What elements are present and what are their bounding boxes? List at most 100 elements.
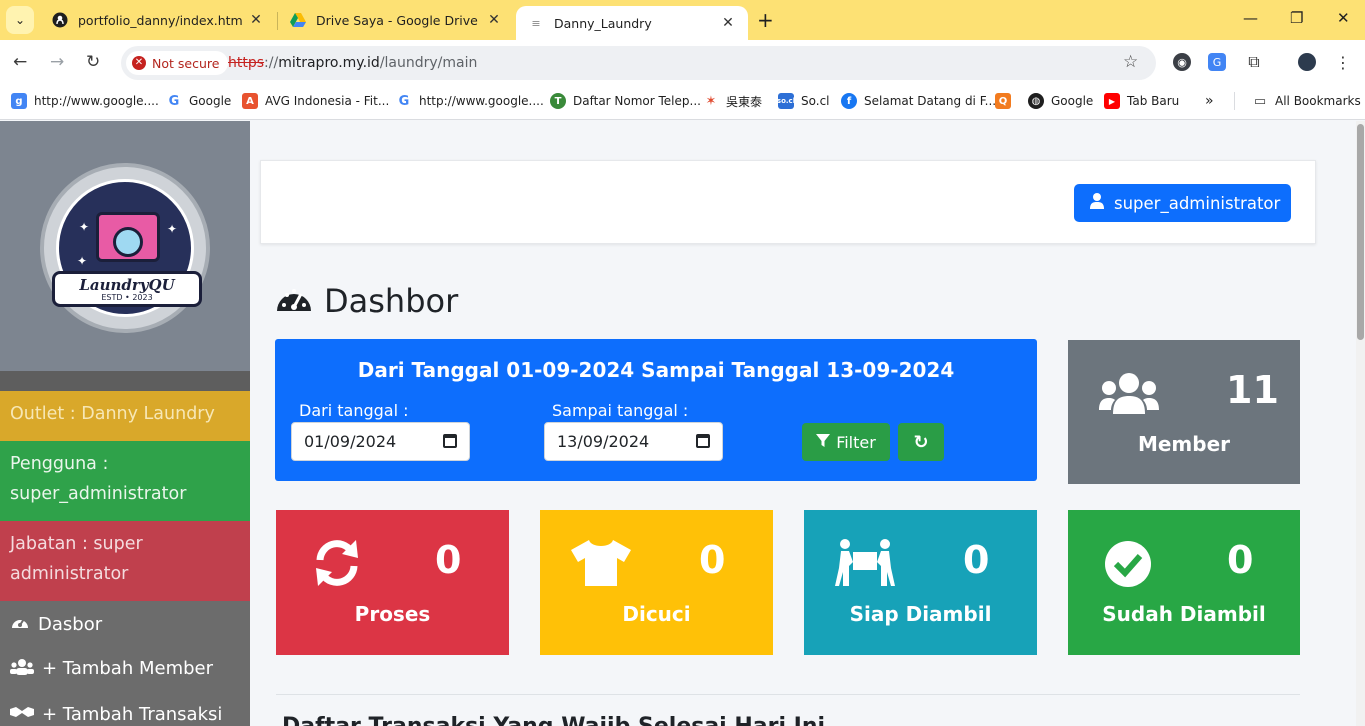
url-scheme: https: [228, 55, 265, 71]
reset-filter-button[interactable]: ↻: [898, 423, 944, 461]
url-text[interactable]: https://mitrapro.my.id/laundry/main: [228, 55, 477, 71]
bookmark-item[interactable]: ✶ 吳東泰: [703, 92, 762, 110]
tab-google-drive[interactable]: Drive Saya - Google Drive ✕: [278, 6, 514, 34]
sparkle-icon: ✦: [77, 254, 88, 268]
bookmark-label: Tab Baru: [1127, 94, 1180, 108]
user-menu-button[interactable]: super_administrator: [1074, 184, 1291, 222]
tab-search-button[interactable]: ⌄: [6, 6, 34, 34]
forward-icon[interactable]: →: [50, 52, 64, 72]
security-chip[interactable]: ✕ Not secure: [126, 51, 229, 75]
url-separator: ://: [264, 55, 279, 71]
bookmark-item[interactable]: g http://www.google....: [11, 92, 159, 110]
tab-title: portfolio_danny/index.html at m: [78, 12, 242, 28]
refresh-icon: ↻: [913, 431, 929, 453]
sparkle-icon: ✦: [167, 222, 178, 236]
back-icon[interactable]: ←: [13, 52, 27, 72]
tab-danny-laundry[interactable]: ≡ Danny_Laundry ✕: [516, 6, 748, 40]
section-divider: [276, 694, 1300, 695]
minimize-button[interactable]: —: [1243, 9, 1258, 27]
all-bookmarks-button[interactable]: ▭ All Bookmarks: [1252, 92, 1361, 110]
user-button-label: super_administrator: [1114, 193, 1281, 213]
bookmark-item[interactable]: T Daftar Nomor Telep...: [550, 92, 701, 110]
star-burst-icon: ✶: [705, 93, 717, 109]
profile-avatar[interactable]: [1298, 53, 1316, 71]
proses-label: Proses: [354, 602, 431, 626]
stat-card-proses: 0 Proses: [276, 510, 509, 655]
bookmark-item[interactable]: A AVG Indonesia - Fit...: [242, 92, 389, 110]
folder-icon: ▭: [1253, 93, 1267, 109]
sudah-diambil-label: Sudah Diambil: [1102, 602, 1266, 626]
sidebar-item-tambah-transaksi[interactable]: + Tambah Transaksi: [10, 703, 222, 726]
extension-icon[interactable]: ◉: [1173, 53, 1191, 71]
calendar-icon[interactable]: [696, 434, 710, 448]
stat-card-siap-diambil: 0 Siap Diambil: [804, 510, 1037, 655]
from-date-value: 01/09/2024: [304, 432, 397, 451]
sidebar-item-label: + Tambah Member: [42, 658, 214, 679]
tab-title: Danny_Laundry: [554, 15, 652, 31]
to-date-input[interactable]: 13/09/2024: [544, 422, 723, 461]
menu-kebab-icon[interactable]: ⋮: [1334, 53, 1352, 72]
bookmark-label: http://www.google....: [34, 94, 159, 108]
close-window-button[interactable]: ✕: [1337, 9, 1350, 27]
bookmark-item[interactable]: Q: [995, 92, 1018, 110]
page-title-text: Dashbor: [324, 282, 459, 320]
proses-count: 0: [435, 538, 462, 582]
tab-close-icon[interactable]: ✕: [248, 12, 264, 28]
bookmark-divider: [1234, 92, 1235, 110]
url-host: mitrapro.my.id: [278, 55, 380, 71]
page-icon: ≡: [531, 16, 541, 30]
facebook-icon: f: [841, 93, 857, 109]
translate-icon[interactable]: G: [1208, 53, 1226, 71]
bookmark-item[interactable]: so.cl So.cl: [777, 92, 830, 110]
new-tab-button[interactable]: +: [757, 8, 774, 32]
filter-funnel-icon: [816, 433, 831, 452]
bookmark-label: Selamat Datang di F...: [864, 94, 997, 108]
bookmark-star-icon[interactable]: ☆: [1123, 52, 1138, 72]
users-icon: [1099, 372, 1159, 418]
more-bookmarks-chevron-icon[interactable]: »: [1205, 92, 1214, 110]
page-title: Dashbor: [276, 282, 458, 320]
dashboard-gauge-icon: [10, 613, 30, 636]
outlet-info: Outlet : Danny Laundry: [0, 391, 250, 441]
security-label: Not secure: [152, 55, 220, 71]
section-heading: Daftar Transaksi Yang Wajib Selesai Hari…: [282, 714, 825, 726]
tab-title: Drive Saya - Google Drive: [316, 12, 478, 28]
globe-icon: ◍: [1028, 93, 1044, 109]
sidebar-item-tambah-member[interactable]: + Tambah Member: [10, 657, 213, 680]
from-date-input[interactable]: 01/09/2024: [291, 422, 470, 461]
bookmark-item[interactable]: G Google: [166, 92, 232, 110]
bookmark-label: Google: [1051, 94, 1094, 108]
bookmark-item[interactable]: f Selamat Datang di F...: [841, 92, 996, 110]
warning-icon: ✕: [132, 56, 146, 70]
filter-button-label: Filter: [836, 432, 876, 452]
handshake-icon: [10, 703, 34, 726]
tab-close-icon[interactable]: ✕: [486, 12, 502, 28]
tab-close-icon[interactable]: ✕: [720, 15, 736, 31]
calendar-icon[interactable]: [443, 434, 457, 448]
extensions-puzzle-icon[interactable]: ⧉: [1245, 52, 1263, 71]
logo-name: LaundryQU: [79, 275, 175, 294]
bookmark-label: Daftar Nomor Telep...: [573, 94, 701, 108]
filter-button[interactable]: Filter: [802, 423, 890, 461]
role-value: administrator: [10, 564, 129, 584]
bookmark-item[interactable]: ◍ Google: [1028, 92, 1093, 110]
google-icon: G: [398, 93, 410, 109]
logo-area: ✦ ✦ ✦ LaundryQU ESTD • 2023: [0, 121, 250, 371]
tab-portfolio[interactable]: portfolio_danny/index.html at m ✕: [40, 6, 276, 34]
bookmark-label: AVG Indonesia - Fit...: [265, 94, 390, 108]
google-icon: G: [168, 93, 180, 109]
restore-button[interactable]: ❐: [1290, 9, 1303, 27]
bookmark-item[interactable]: Ghttp://www.google....: [396, 92, 544, 110]
bookmark-label: Google: [189, 94, 232, 108]
bookmark-item[interactable]: ▶ Tab Baru: [1104, 92, 1179, 110]
reload-icon[interactable]: ↻: [86, 52, 100, 72]
scrollbar-thumb[interactable]: [1357, 124, 1364, 340]
dashboard-gauge-icon: [276, 283, 312, 319]
sidebar-item-dasbor[interactable]: Dasbor: [10, 613, 102, 636]
dicuci-label: Dicuci: [622, 602, 691, 626]
users-icon: [10, 657, 34, 680]
siap-diambil-label: Siap Diambil: [849, 602, 992, 626]
logo-estd: ESTD • 2023: [101, 292, 153, 302]
to-date-label: Sampai tanggal :: [552, 401, 689, 420]
user-info: Pengguna : super_administrator: [0, 441, 250, 521]
